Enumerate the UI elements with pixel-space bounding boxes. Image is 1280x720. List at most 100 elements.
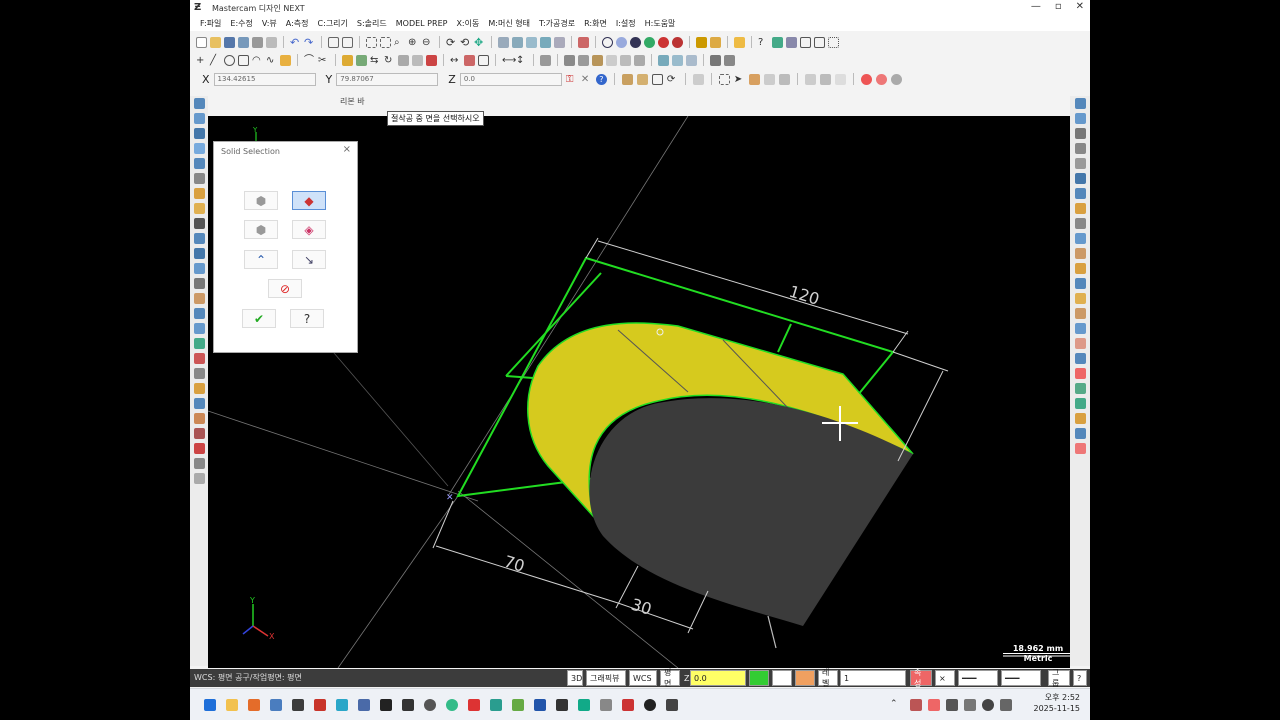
note-icon[interactable] bbox=[478, 54, 489, 66]
select-solid-icon[interactable] bbox=[748, 73, 760, 85]
left-tool-14-icon[interactable] bbox=[193, 293, 205, 304]
solid-fillet-icon[interactable] bbox=[634, 54, 645, 66]
grid-icon[interactable] bbox=[786, 36, 797, 48]
left-tool-26-icon[interactable] bbox=[193, 473, 205, 484]
quick-mask2-icon[interactable] bbox=[834, 73, 846, 85]
stop-icon[interactable] bbox=[860, 73, 872, 85]
select-edge-body-button[interactable]: ⬢ bbox=[244, 220, 278, 239]
print-icon[interactable] bbox=[252, 36, 263, 48]
z-coord-field[interactable]: 0.0 bbox=[459, 72, 562, 86]
mastercam-task-icon[interactable] bbox=[666, 699, 678, 711]
left-tool-25-icon[interactable] bbox=[193, 458, 205, 469]
minimize-button[interactable]: — bbox=[1031, 1, 1041, 12]
right-tool-15-icon[interactable] bbox=[1074, 308, 1086, 319]
menu-create[interactable]: C:그리기 bbox=[318, 18, 348, 29]
select-body-button[interactable]: ⬢ bbox=[244, 191, 278, 210]
select-face-icon[interactable] bbox=[763, 73, 775, 85]
check-app-icon[interactable] bbox=[380, 699, 392, 711]
groups-button[interactable]: 그룹 bbox=[1048, 668, 1070, 688]
maximize-button[interactable]: ▫ bbox=[1055, 1, 1062, 12]
left-tool-6-icon[interactable] bbox=[193, 173, 205, 184]
left-tool-11-icon[interactable] bbox=[193, 248, 205, 259]
system-clock[interactable]: 오후 2:52 2025-11-15 bbox=[1034, 692, 1081, 714]
right-tool-7-icon[interactable] bbox=[1074, 188, 1086, 199]
menu-help[interactable]: H:도움말 bbox=[645, 18, 676, 29]
tray-chevron-icon[interactable]: ⌃ bbox=[890, 699, 900, 711]
snap-icon[interactable] bbox=[621, 73, 633, 85]
red-app-icon[interactable] bbox=[314, 699, 326, 711]
menu-screen[interactable]: R:화면 bbox=[584, 18, 607, 29]
sweep-icon[interactable] bbox=[592, 54, 603, 66]
dark-app-icon[interactable] bbox=[644, 699, 656, 711]
tray-app-2-icon[interactable] bbox=[928, 699, 940, 711]
left-tool-24-icon[interactable] bbox=[193, 443, 205, 454]
deselect-icon[interactable] bbox=[814, 36, 825, 48]
vertical-dim-icon[interactable]: ↕ bbox=[516, 55, 527, 66]
left-tool-10-icon[interactable] bbox=[193, 233, 205, 244]
point-style-button[interactable]: ⨯ bbox=[935, 670, 955, 686]
shaded-edges-icon[interactable] bbox=[630, 36, 641, 48]
translate-icon[interactable]: ⇆ bbox=[370, 55, 381, 66]
menu-edit[interactable]: E:수정 bbox=[230, 18, 252, 29]
z-depth-field[interactable]: 0.0 bbox=[690, 670, 746, 686]
start-windows-icon[interactable] bbox=[204, 699, 216, 711]
menu-solids[interactable]: S:솔리드 bbox=[357, 18, 387, 29]
shaded-icon[interactable] bbox=[616, 36, 627, 48]
horizontal-dim-icon[interactable]: ⟷ bbox=[502, 55, 516, 66]
rotate-icon[interactable]: ⟳ bbox=[446, 37, 457, 48]
spline-icon[interactable]: ∿ bbox=[266, 55, 277, 66]
zoom-in-icon[interactable]: ⊕ bbox=[408, 37, 419, 48]
right-tool-16-icon[interactable] bbox=[1074, 323, 1086, 334]
front-view-icon[interactable] bbox=[512, 36, 523, 48]
loft-icon[interactable] bbox=[606, 54, 617, 66]
solid-color-button[interactable] bbox=[795, 670, 815, 686]
letters-icon[interactable] bbox=[280, 54, 291, 66]
left-tool-12-icon[interactable] bbox=[193, 263, 205, 274]
rectangle-icon[interactable] bbox=[238, 54, 249, 66]
save-icon[interactable] bbox=[224, 36, 235, 48]
cancel-x-icon[interactable]: ✕ bbox=[581, 74, 592, 85]
select-edge-icon[interactable] bbox=[778, 73, 790, 85]
revolve-icon[interactable] bbox=[578, 54, 589, 66]
iso-view-icon[interactable] bbox=[540, 36, 551, 48]
file-explorer-icon[interactable] bbox=[226, 699, 238, 711]
right-tool-9-icon[interactable] bbox=[1074, 218, 1086, 229]
select-all-icon[interactable] bbox=[800, 36, 811, 48]
window-select-icon[interactable] bbox=[828, 36, 839, 48]
zoom-icon[interactable]: ⌕ bbox=[394, 37, 405, 48]
x-coord-field[interactable]: 134.42615 bbox=[213, 72, 316, 86]
menu-model-prep[interactable]: MODEL PREP bbox=[396, 19, 448, 28]
select-face-button[interactable]: ◆ bbox=[292, 191, 326, 210]
line-icon[interactable]: ╱ bbox=[210, 55, 221, 66]
pdf-app-icon[interactable] bbox=[468, 699, 480, 711]
dynamic-rotate-icon[interactable]: ⟲ bbox=[460, 37, 471, 48]
cyan-app-icon[interactable] bbox=[336, 699, 348, 711]
calendar-app-icon[interactable] bbox=[402, 699, 414, 711]
acrobat-app-icon[interactable] bbox=[622, 699, 634, 711]
left-tool-2-icon[interactable] bbox=[193, 113, 205, 124]
plane-button[interactable]: 평면 bbox=[660, 668, 680, 688]
cursor-icon[interactable]: ➤ bbox=[734, 74, 745, 85]
info-icon[interactable]: ? bbox=[595, 73, 607, 85]
push-pull-icon[interactable] bbox=[658, 54, 669, 66]
cancel-selection-button[interactable]: ⊘ bbox=[268, 279, 302, 298]
green-app-icon[interactable] bbox=[490, 699, 502, 711]
fillet-icon[interactable]: ⌒ bbox=[304, 55, 315, 66]
extrude-icon[interactable] bbox=[564, 54, 575, 66]
y-coord-field[interactable]: 79.87067 bbox=[336, 72, 439, 86]
arc-icon[interactable]: ◠ bbox=[252, 55, 263, 66]
graphics-view-button[interactable]: 그래픽뷰 bbox=[586, 670, 626, 686]
layer-manager-icon[interactable] bbox=[710, 54, 721, 66]
left-tool-4-icon[interactable] bbox=[193, 143, 205, 154]
select-box-icon[interactable] bbox=[718, 73, 730, 85]
right-tool-3-icon[interactable] bbox=[1074, 128, 1086, 139]
zoom-target-icon[interactable] bbox=[380, 36, 391, 48]
redo-icon[interactable]: ↷ bbox=[304, 37, 315, 48]
menu-xform[interactable]: X:이동 bbox=[456, 18, 479, 29]
left-tool-21-icon[interactable] bbox=[193, 398, 205, 409]
top-view-icon[interactable] bbox=[498, 36, 509, 48]
vs-app-icon[interactable] bbox=[512, 699, 524, 711]
tray-app-4-icon[interactable] bbox=[964, 699, 976, 711]
wireframe-icon[interactable] bbox=[602, 36, 613, 48]
left-tool-17-icon[interactable] bbox=[193, 338, 205, 349]
